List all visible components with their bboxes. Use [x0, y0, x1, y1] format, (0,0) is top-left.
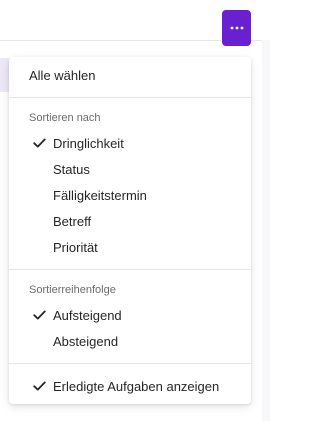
menu-item-select-all[interactable]: Alle wählen: [9, 62, 251, 88]
menu-item-sort-due-date[interactable]: Fälligkeitstermin: [9, 182, 251, 208]
menu-item-sort-status[interactable]: Status: [9, 156, 251, 182]
menu-item-sort-urgency[interactable]: Dringlichkeit: [9, 130, 251, 156]
menu-separator: [9, 363, 251, 364]
more-horizontal-icon: [230, 26, 243, 30]
menu-item-label: Priorität: [53, 239, 98, 255]
menu-separator: [9, 97, 251, 98]
more-options-button[interactable]: [222, 10, 251, 46]
checkmark-icon: [33, 310, 46, 320]
menu-item-label: Status: [53, 161, 90, 177]
menu-item-label: Dringlichkeit: [53, 135, 124, 151]
section-header-sort-by: Sortieren nach: [29, 112, 101, 124]
menu-item-label: Alle wählen: [29, 67, 96, 83]
menu-item-label: Erledigte Aufgaben anzeigen: [53, 378, 220, 394]
menu-item-label: Absteigend: [53, 333, 119, 349]
menu-separator: [9, 269, 251, 270]
menu-item-descending[interactable]: Absteigend: [9, 328, 251, 354]
menu-item-show-completed[interactable]: Erledigte Aufgaben anzeigen: [9, 373, 251, 399]
menu-item-sort-priority[interactable]: Priorität: [9, 234, 251, 260]
scrollbar-track: [262, 40, 270, 421]
options-menu: Alle wählen Sortieren nach Dringlichkeit…: [9, 57, 251, 404]
page: Alle wählen Sortieren nach Dringlichkeit…: [0, 0, 270, 421]
menu-item-sort-subject[interactable]: Betreff: [9, 208, 251, 234]
menu-item-label: Aufsteigend: [53, 307, 122, 323]
checkmark-icon: [33, 138, 46, 148]
menu-item-label: Betreff: [53, 213, 92, 229]
menu-item-ascending[interactable]: Aufsteigend: [9, 302, 251, 328]
section-header-sort-order: Sortierreihenfolge: [29, 284, 116, 296]
checkmark-icon: [33, 381, 46, 391]
menu-item-label: Fälligkeitstermin: [53, 187, 147, 203]
